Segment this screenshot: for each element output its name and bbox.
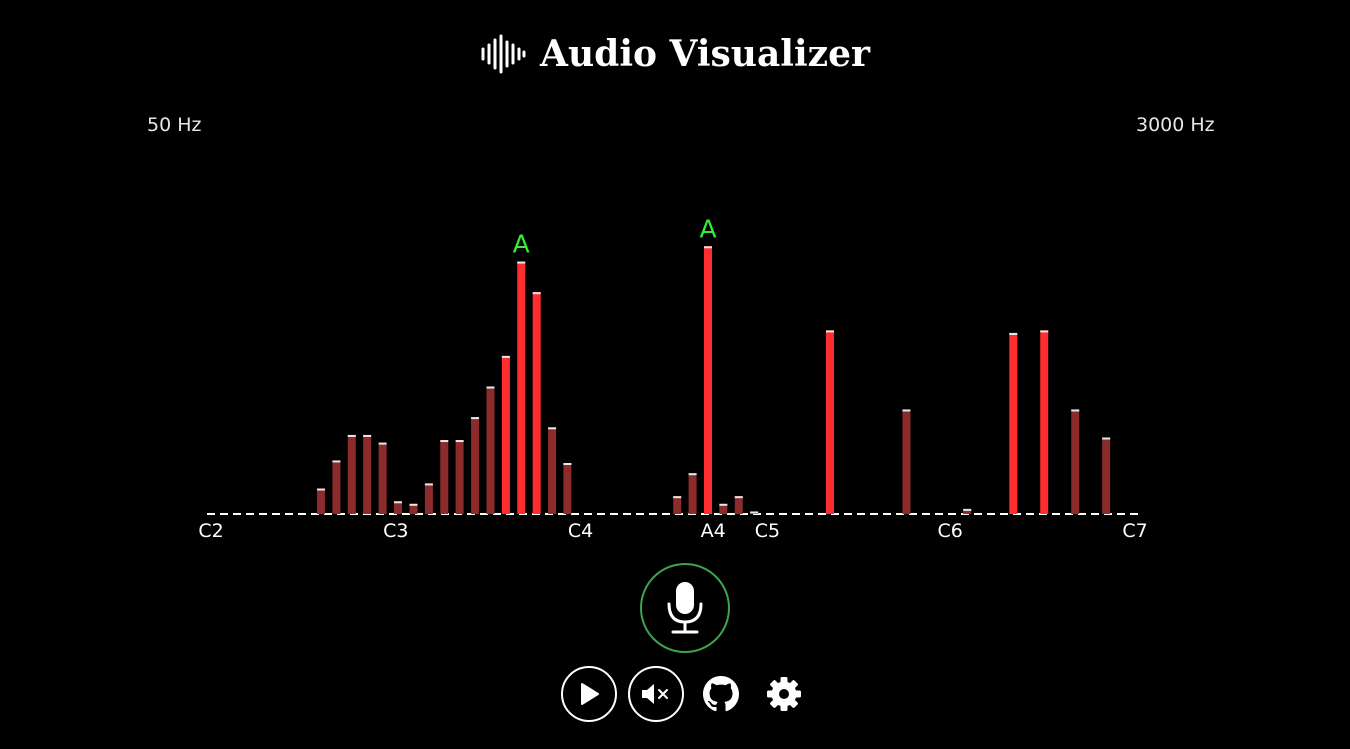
spectrum-bar-cap	[1009, 332, 1018, 335]
microphone-icon	[667, 582, 703, 634]
spectrum-bar	[1071, 409, 1080, 514]
octave-label: C7	[1122, 520, 1147, 542]
spectrum-bar-cap	[363, 434, 372, 437]
octave-label: C4	[568, 520, 593, 542]
octave-label: A4	[701, 520, 726, 542]
spectrum-bar	[1040, 330, 1049, 514]
spectrum-bar-cap	[440, 440, 449, 443]
spectrum-bar	[548, 427, 557, 514]
spectrum-bar-cap	[963, 508, 972, 511]
spectrum-bar-cap	[673, 496, 682, 499]
volume-mute-icon	[642, 684, 668, 704]
spectrum-bar	[688, 473, 697, 514]
spectrum-bar-cap	[1102, 437, 1111, 440]
spectrum-bar	[703, 246, 712, 514]
spectrum-bar	[902, 409, 911, 514]
spectrum-bar-cap	[902, 409, 911, 412]
microphone-button[interactable]	[640, 563, 730, 653]
spectrum-bar-cap	[471, 417, 480, 420]
spectrum-bar	[501, 355, 510, 514]
spectrum-bar-cap	[719, 503, 728, 506]
spectrum-bar-cap	[316, 488, 325, 491]
octave-label: C5	[755, 520, 780, 542]
spectrum-bar-cap	[734, 496, 743, 499]
spectrum-bar-cap	[1040, 330, 1049, 333]
spectrum-bar	[363, 434, 372, 514]
spectrum-bar-cap	[688, 473, 697, 476]
spectrum-bar-cap	[424, 483, 433, 486]
spectrum-bar-cap	[750, 511, 759, 514]
spectrum-bar	[825, 330, 834, 514]
octave-label: C2	[198, 520, 223, 542]
spectrum-bar-cap	[703, 246, 712, 249]
spectrum-bar	[673, 496, 682, 514]
spectrum-bar	[734, 496, 743, 514]
spectrum-bar-cap	[409, 503, 418, 506]
spectrum-bar-cap	[563, 463, 572, 465]
spectrum-bar-cap	[378, 442, 387, 445]
spectrum-bar-cap	[548, 427, 557, 430]
spectrum-bar	[455, 440, 464, 514]
gear-icon	[767, 677, 801, 711]
peak-note-label: A	[513, 230, 530, 259]
spectrum-bar	[1009, 332, 1018, 514]
spectrum-bar	[471, 417, 480, 514]
spectrum-bar	[440, 440, 449, 514]
spectrum-bar	[332, 460, 341, 514]
octave-label: C3	[383, 520, 408, 542]
github-icon	[703, 676, 739, 712]
spectrum-bar-cap	[486, 386, 495, 389]
spectrum-bar	[424, 483, 433, 514]
spectrum-bar-cap	[1071, 409, 1080, 412]
spectrum-bar-cap	[825, 330, 834, 333]
octave-label: C6	[938, 520, 963, 542]
spectrum-bar-cap	[455, 440, 464, 443]
settings-button[interactable]	[756, 666, 812, 722]
spectrum-bar-cap	[347, 434, 356, 437]
spectrum-bar	[517, 261, 526, 514]
spectrum-bar	[316, 488, 325, 514]
spectrum-bar	[563, 463, 572, 514]
peak-note-label: A	[699, 214, 716, 243]
spectrum-bar	[486, 386, 495, 514]
spectrum-bar-cap	[532, 292, 541, 295]
spectrum-bar-cap	[517, 261, 526, 264]
spectrum-bar	[378, 442, 387, 514]
spectrum-bar-cap	[332, 460, 341, 463]
spectrum-chart: A A C2 C3 C4 A4 C5 C6 C7	[198, 214, 1147, 542]
spectrum-bar	[347, 434, 356, 514]
spectrum-bar	[1102, 437, 1111, 514]
github-link[interactable]	[693, 666, 749, 722]
mute-button[interactable]	[628, 666, 684, 722]
spectrum-bar	[532, 292, 541, 514]
spectrum-bar-cap	[501, 355, 510, 358]
play-icon	[581, 683, 599, 705]
spectrum-bar-cap	[393, 501, 402, 504]
play-button[interactable]	[561, 666, 617, 722]
